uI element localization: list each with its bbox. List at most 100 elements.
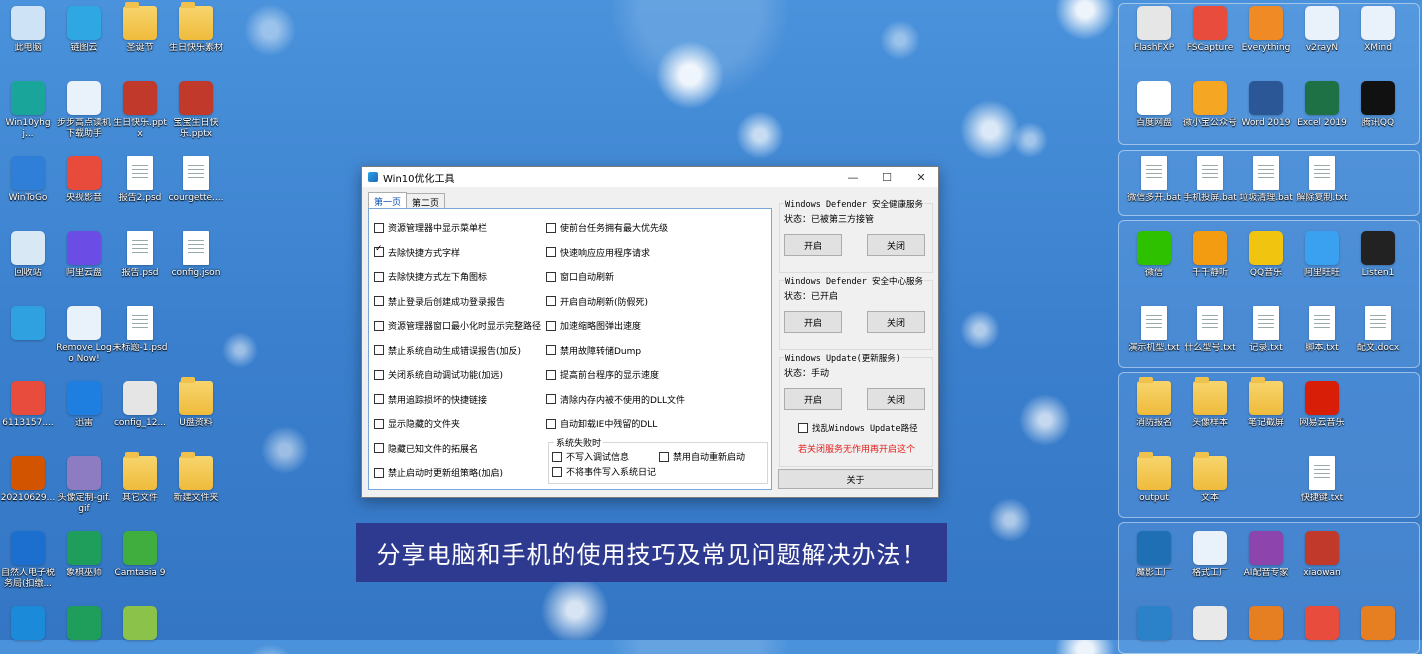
right-desktop-icon[interactable]: 笔记截屏 xyxy=(1238,377,1294,429)
checkbox-box[interactable] xyxy=(546,296,556,306)
right-desktop-icon[interactable]: Everything xyxy=(1238,6,1294,54)
right-desktop-icon[interactable]: FSCapture xyxy=(1182,6,1238,54)
right-desktop-icon[interactable] xyxy=(1126,606,1182,643)
left-desktop-icon[interactable]: 6113157.... xyxy=(0,381,56,429)
right-desktop-icon[interactable]: 演示机型.txt xyxy=(1126,306,1182,354)
right-desktop-icon[interactable]: 手机投屏.bat xyxy=(1182,156,1238,204)
checkbox-box[interactable] xyxy=(374,244,384,257)
left-desktop-icon[interactable]: Camtasia 9 xyxy=(112,531,168,579)
right-desktop-icon[interactable]: output xyxy=(1126,452,1182,504)
right-option-checkbox[interactable]: 窗口自动刷新 xyxy=(546,270,614,283)
windows-update-off-button[interactable]: 关闭 xyxy=(867,388,925,410)
left-desktop-icon[interactable]: 象棋巫师 xyxy=(56,531,112,579)
checkbox-box[interactable] xyxy=(546,271,556,282)
right-desktop-icon[interactable]: 垃圾清理.bat xyxy=(1238,156,1294,204)
right-desktop-icon[interactable] xyxy=(1238,606,1294,643)
left-desktop-icon[interactable]: 此电脑 xyxy=(0,6,56,54)
right-desktop-icon[interactable]: 脚本.txt xyxy=(1294,306,1350,354)
right-desktop-icon[interactable] xyxy=(1294,606,1350,643)
right-desktop-icon[interactable]: FlashFXP xyxy=(1126,6,1182,54)
right-desktop-icon[interactable]: v2rayN xyxy=(1294,6,1350,54)
left-desktop-icon[interactable]: 生日快乐素材 xyxy=(168,2,224,54)
left-desktop-icon[interactable] xyxy=(112,606,168,643)
checkbox-box[interactable] xyxy=(374,418,384,429)
right-desktop-icon[interactable]: 腾讯QQ xyxy=(1350,81,1406,129)
no-event-log-checkbox[interactable]: 不将事件写入系统日记 xyxy=(552,465,656,478)
close-button[interactable]: ✕ xyxy=(904,167,938,187)
checkbox-box[interactable] xyxy=(374,222,384,233)
left-desktop-icon[interactable]: 头像定制-gif.gif xyxy=(56,456,112,515)
right-desktop-icon[interactable]: 微小宝公众号 xyxy=(1182,81,1238,129)
right-desktop-icon[interactable] xyxy=(1350,606,1406,643)
left-desktop-icon[interactable]: 生日快乐.pptx xyxy=(112,81,168,140)
defender-health-on-button[interactable]: 开启 xyxy=(784,234,842,256)
checkbox-box[interactable] xyxy=(374,443,384,453)
right-desktop-icon[interactable]: 魔影工厂 xyxy=(1126,531,1182,579)
right-desktop-icon[interactable]: 文本 xyxy=(1182,452,1238,504)
checkbox-box[interactable] xyxy=(374,394,384,404)
no-debug-info-checkbox[interactable]: 不写入调试信息 xyxy=(552,450,629,463)
left-option-checkbox[interactable]: 显示隐藏的文件夹 xyxy=(374,417,460,430)
checkbox-box[interactable] xyxy=(374,345,384,355)
left-desktop-icon[interactable]: 央视影音 xyxy=(56,156,112,204)
left-option-checkbox[interactable]: 去除快捷方式字样 xyxy=(374,244,460,259)
left-desktop-icon[interactable]: config_12... xyxy=(112,381,168,429)
window-titlebar[interactable]: Win10优化工具 — ☐ ✕ xyxy=(362,167,938,187)
about-button[interactable]: 关于 xyxy=(778,469,933,489)
defender-center-on-button[interactable]: 开启 xyxy=(784,311,842,333)
right-desktop-icon[interactable]: 微信多开.bat xyxy=(1126,156,1182,204)
checkbox-box[interactable] xyxy=(546,369,556,380)
maximize-button[interactable]: ☐ xyxy=(870,167,904,187)
left-desktop-icon[interactable]: WinToGo xyxy=(0,156,56,204)
left-desktop-icon[interactable]: 其它文件 xyxy=(112,452,168,504)
left-desktop-icon[interactable]: 20210629... xyxy=(0,456,56,504)
left-option-checkbox[interactable]: 资源管理器窗口最小化时显示完整路径 xyxy=(374,319,541,332)
left-desktop-icon[interactable]: 步步高点读机下载助手 xyxy=(56,81,112,140)
left-desktop-icon[interactable]: 报告.psd xyxy=(112,231,168,279)
right-desktop-icon[interactable]: 百度网盘 xyxy=(1126,81,1182,129)
right-option-checkbox[interactable]: 清除内存内被不使用的DLL文件 xyxy=(546,393,685,406)
left-option-checkbox[interactable]: 隐藏已知文件的拓展名 xyxy=(374,442,478,455)
left-desktop-icon[interactable]: 未标题-1.psd xyxy=(112,306,168,354)
checkbox-box[interactable] xyxy=(552,451,562,462)
checkbox-box[interactable] xyxy=(374,320,384,331)
left-desktop-icon[interactable]: 回收站 xyxy=(0,231,56,279)
right-desktop-icon[interactable]: 记录.txt xyxy=(1238,306,1294,354)
checkbox-box[interactable] xyxy=(374,369,384,380)
right-desktop-icon[interactable]: AI配音专家 xyxy=(1238,531,1294,579)
checkbox-box[interactable] xyxy=(546,418,556,429)
checkbox-box[interactable] xyxy=(546,320,556,331)
left-desktop-icon[interactable]: 阿里云盘 xyxy=(56,231,112,279)
left-desktop-icon[interactable]: 宝宝生日快乐.pptx xyxy=(168,81,224,140)
left-option-checkbox[interactable]: 去除快捷方式左下角图标 xyxy=(374,270,487,283)
minimize-button[interactable]: — xyxy=(836,167,870,187)
disable-auto-restart-checkbox[interactable]: 禁用自动重新启动 xyxy=(659,450,745,463)
left-desktop-icon[interactable] xyxy=(0,306,56,343)
right-desktop-icon[interactable]: 阿里旺旺 xyxy=(1294,231,1350,279)
checkbox-box[interactable] xyxy=(546,222,556,233)
right-option-checkbox[interactable]: 加速缩略图弹出速度 xyxy=(546,319,641,332)
right-desktop-icon[interactable]: 格式工厂 xyxy=(1182,531,1238,579)
checkbox-box[interactable] xyxy=(552,466,562,477)
left-option-checkbox[interactable]: 资源管理器中显示菜单栏 xyxy=(374,221,487,234)
left-desktop-icon[interactable]: U盘资料 xyxy=(168,377,224,429)
right-option-checkbox[interactable]: 自动卸载IE中残留的DLL xyxy=(546,417,657,430)
left-option-checkbox[interactable]: 禁止启动时更新组策略(加启) xyxy=(374,466,503,479)
checkbox-box[interactable] xyxy=(546,345,556,355)
find-update-path-checkbox[interactable]: 找乱Windows Update路径 xyxy=(798,422,918,434)
left-option-checkbox[interactable]: 关闭系统自动调试功能(加远) xyxy=(374,368,503,381)
left-desktop-icon[interactable]: 圣诞节 xyxy=(112,2,168,54)
right-desktop-icon[interactable]: Listen1 xyxy=(1350,231,1406,279)
checkbox-box[interactable] xyxy=(374,467,384,478)
left-desktop-icon[interactable]: 新建文件夹 xyxy=(168,452,224,504)
right-option-checkbox[interactable]: 开启自动刷新(防假死) xyxy=(546,295,648,308)
right-desktop-icon[interactable]: 消防报名 xyxy=(1126,377,1182,429)
right-desktop-icon[interactable]: 微信 xyxy=(1126,231,1182,279)
left-desktop-icon[interactable] xyxy=(56,606,112,643)
windows-update-on-button[interactable]: 开启 xyxy=(784,388,842,410)
checkbox-box[interactable] xyxy=(374,296,384,306)
right-desktop-icon[interactable]: 什么型号.txt xyxy=(1182,306,1238,354)
checkbox-box[interactable] xyxy=(546,247,556,257)
defender-center-off-button[interactable]: 关闭 xyxy=(867,311,925,333)
right-desktop-icon[interactable]: 快捷键.txt xyxy=(1294,456,1350,504)
